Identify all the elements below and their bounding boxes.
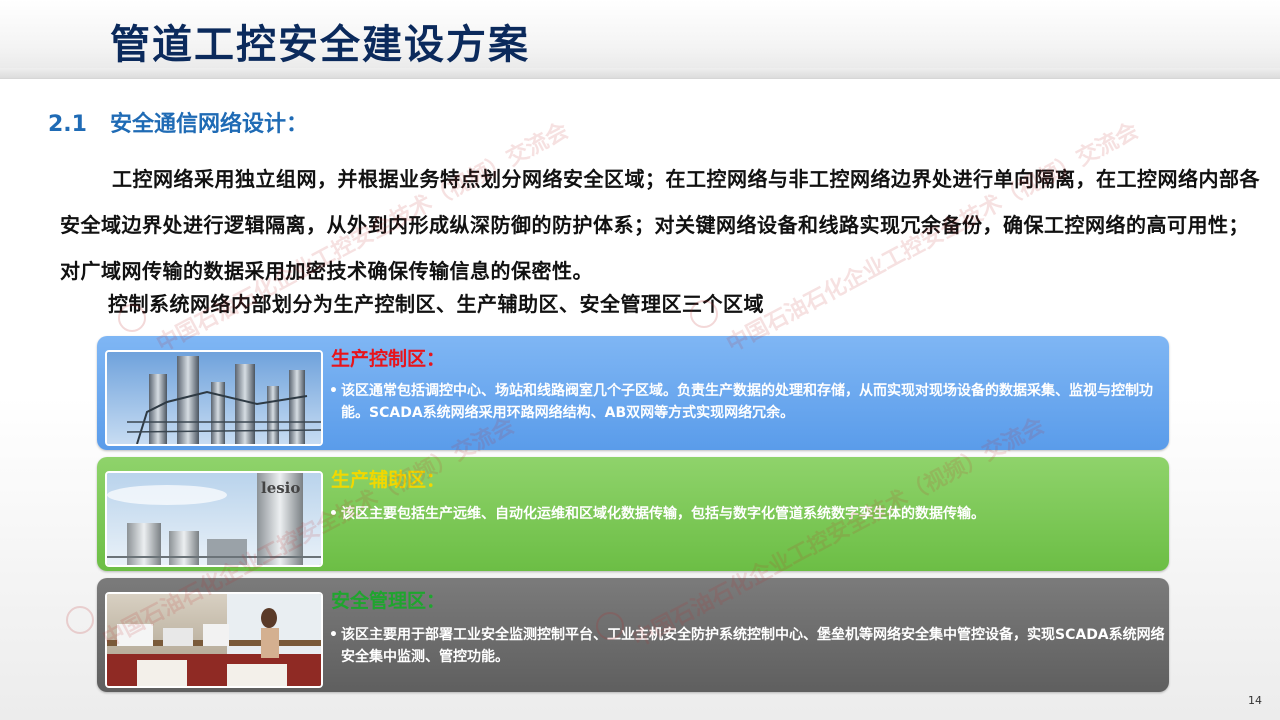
- section-title: 安全通信网络设计：: [110, 112, 309, 137]
- refinery-towers-photo: [105, 350, 323, 446]
- zone-description-text: 该区主要用于部署工业安全监测控制平台、工业主机安全防护系统控制中心、堡垒机等网络…: [341, 627, 1165, 665]
- zone-card-security-management: 安全管理区： • 该区主要用于部署工业安全监测控制平台、工业主机安全防护系统控制中…: [97, 578, 1169, 692]
- zone-description-text: 该区通常包括调控中心、场站和线路阀室几个子区域。负责生产数据的处理和存储，从而实…: [341, 383, 1153, 421]
- body-paragraph: 工控网络采用独立组网，并根据业务特点划分网络安全区域；在工控网络与非工控网络边界…: [60, 167, 1260, 283]
- zone-card-production-control: 生产控制区： • 该区通常包括调控中心、场站和线路阀室几个子区域。负责生产数据的处…: [97, 336, 1169, 450]
- bullet-icon: •: [329, 627, 338, 643]
- zone-description: • 该区主要包括生产远维、自动化运维和区域化数据传输，包括与数字化管道系统数字孪生…: [329, 503, 1171, 525]
- office-workspace-photo: [105, 592, 323, 688]
- section-number: 2.1: [48, 112, 87, 137]
- page-number: 14: [1248, 694, 1262, 707]
- section-heading: 2.1 安全通信网络设计：: [48, 106, 308, 138]
- zone-description: • 该区通常包括调控中心、场站和线路阀室几个子区域。负责生产数据的处理和存储，从而…: [329, 380, 1171, 424]
- bullet-icon: •: [329, 506, 338, 522]
- zone-title: 生产控制区：: [331, 348, 446, 370]
- zone-description: • 该区主要用于部署工业安全监测控制平台、工业主机安全防护系统控制中心、堡垒机等网…: [329, 624, 1171, 668]
- industrial-tanks-photo: lesio: [105, 471, 323, 567]
- bullet-icon: •: [329, 383, 338, 399]
- zones-intro: 控制系统网络内部划分为生产控制区、生产辅助区、安全管理区三个区域: [108, 292, 764, 316]
- zone-title: 安全管理区：: [331, 590, 446, 612]
- zone-card-production-auxiliary: lesio 生产辅助区： • 该区主要包括生产远维、自动化运维和区域化数据传输，包…: [97, 457, 1169, 571]
- page-title: 管道工控安全建设方案: [110, 22, 530, 68]
- zone-description-text: 该区主要包括生产远维、自动化运维和区域化数据传输，包括与数字化管道系统数字孪生体…: [341, 506, 985, 522]
- zone-title: 生产辅助区：: [331, 469, 446, 491]
- tank-lettering: lesio: [261, 479, 301, 497]
